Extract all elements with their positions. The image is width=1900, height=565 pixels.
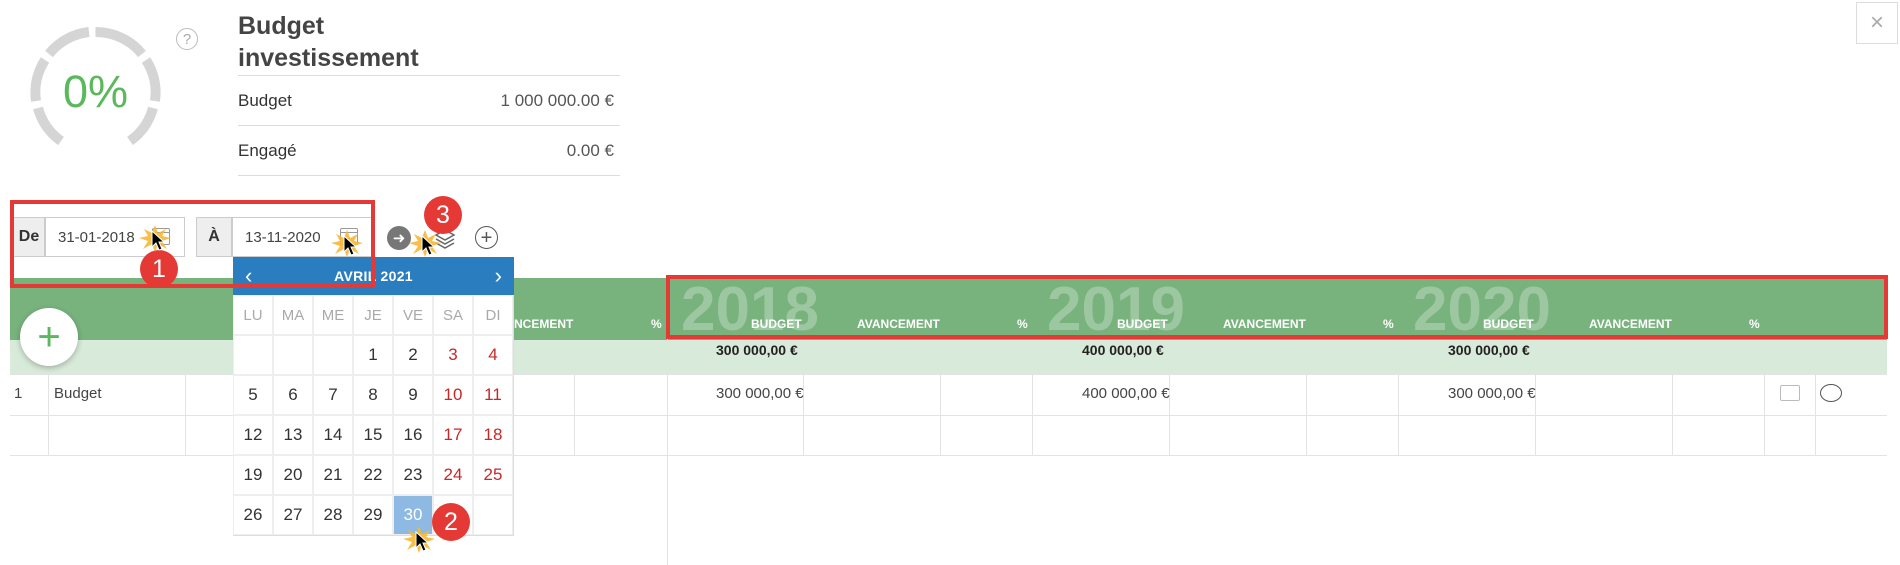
folder-icon[interactable] (1780, 385, 1800, 401)
col-divider (1764, 374, 1765, 455)
add-row-button[interactable]: + (20, 308, 78, 366)
datepicker-grid: LU MA ME JE VE SA DI 1 2 3 4 5 6 7 8 9 1… (233, 295, 513, 535)
summary-label: Engagé (238, 140, 297, 160)
day-cell[interactable]: 27 (273, 495, 313, 535)
day-cell[interactable]: 29 (353, 495, 393, 535)
comment-icon[interactable] (1820, 384, 1842, 402)
day-cell-empty (473, 495, 513, 535)
column-header-pct-partial: % (651, 317, 662, 331)
summary-divider (238, 175, 620, 176)
row-number: 1 (14, 385, 23, 402)
day-cell[interactable]: 13 (273, 415, 313, 455)
day-cell[interactable]: 21 (313, 455, 353, 495)
day-cell[interactable]: 23 (393, 455, 433, 495)
day-cell[interactable]: 16 (393, 415, 433, 455)
weekday-label: JE (353, 295, 393, 335)
day-cell[interactable]: 15 (353, 415, 393, 455)
budget-cell[interactable]: 300 000,00 € (1448, 385, 1536, 402)
click-indicator-icon (139, 225, 171, 252)
col-divider (1815, 374, 1816, 455)
day-cell[interactable]: 9 (393, 375, 433, 415)
day-cell-weekend[interactable]: 18 (473, 415, 513, 455)
day-cell-weekend[interactable]: 10 (433, 375, 473, 415)
help-icon[interactable]: ? (176, 28, 198, 50)
weekday-label: LU (233, 295, 273, 335)
weekday-label: SA (433, 295, 473, 335)
day-cell[interactable]: 26 (233, 495, 273, 535)
summary-value: 1 000 000.00 € (500, 90, 614, 110)
budget-cell[interactable]: 300 000,00 € (716, 385, 804, 402)
total-cell: 300 000,00 € (1448, 342, 1530, 358)
day-cell[interactable]: 14 (313, 415, 353, 455)
annotation-badge: 2 (432, 503, 470, 541)
day-cell-weekend[interactable]: 17 (433, 415, 473, 455)
budget-cell[interactable]: 400 000,00 € (1082, 385, 1170, 402)
day-cell[interactable]: 6 (273, 375, 313, 415)
day-cell-empty (313, 335, 353, 375)
click-indicator-icon (409, 230, 441, 257)
day-cell[interactable]: 12 (233, 415, 273, 455)
weekday-label: MA (273, 295, 313, 335)
total-cell: 400 000,00 € (1082, 342, 1164, 358)
datepicker-next-button[interactable]: › (495, 263, 502, 289)
day-cell-weekend[interactable]: 4 (473, 335, 513, 375)
day-cell[interactable]: 28 (313, 495, 353, 535)
col-divider (574, 374, 575, 455)
day-cell-weekend[interactable]: 3 (433, 335, 473, 375)
day-cell[interactable]: 7 (313, 375, 353, 415)
weekday-label: VE (393, 295, 433, 335)
weekday-label: ME (313, 295, 353, 335)
page-title: Budget investissement (238, 10, 458, 74)
col-divider (1032, 374, 1033, 455)
annotation-badge: 1 (140, 250, 178, 288)
title-line-2: investissement (238, 44, 419, 72)
title-line-1: Budget (238, 12, 325, 40)
day-cell[interactable]: 5 (233, 375, 273, 415)
weekday-label: DI (473, 295, 513, 335)
day-cell[interactable]: 8 (353, 375, 393, 415)
col-divider (185, 374, 186, 455)
click-indicator-icon (331, 230, 363, 257)
gauge-percent: 0% (62, 65, 129, 117)
col-divider (1672, 374, 1673, 455)
col-divider (48, 374, 49, 455)
day-cell-empty (233, 335, 273, 375)
day-cell-empty (273, 335, 313, 375)
day-cell[interactable]: 2 (393, 335, 433, 375)
day-cell-weekend[interactable]: 11 (473, 375, 513, 415)
summary-value: 0.00 € (566, 140, 614, 160)
column-header-avancement-partial: NCEMENT (514, 317, 574, 331)
col-divider (940, 374, 941, 455)
day-cell[interactable]: 1 (353, 335, 393, 375)
total-cell: 300 000,00 € (716, 342, 798, 358)
col-divider (1398, 374, 1399, 455)
day-cell[interactable]: 22 (353, 455, 393, 495)
summary-row-budget: Budget 1 000 000.00 € (238, 75, 620, 125)
annotation-highlight-date-range (10, 200, 375, 288)
col-divider (1306, 374, 1307, 455)
add-icon[interactable]: + (475, 226, 498, 249)
close-button[interactable]: × (1856, 2, 1898, 44)
summary-row-engage: Engagé 0.00 € (238, 125, 620, 175)
day-cell-weekend[interactable]: 25 (473, 455, 513, 495)
summary-label: Budget (238, 90, 292, 110)
day-cell-weekend[interactable]: 24 (433, 455, 473, 495)
day-cell[interactable]: 20 (273, 455, 313, 495)
click-indicator-icon (403, 526, 435, 553)
annotation-highlight-year-headers (666, 275, 1888, 339)
row-label[interactable]: Budget (54, 385, 102, 402)
day-cell[interactable]: 19 (233, 455, 273, 495)
